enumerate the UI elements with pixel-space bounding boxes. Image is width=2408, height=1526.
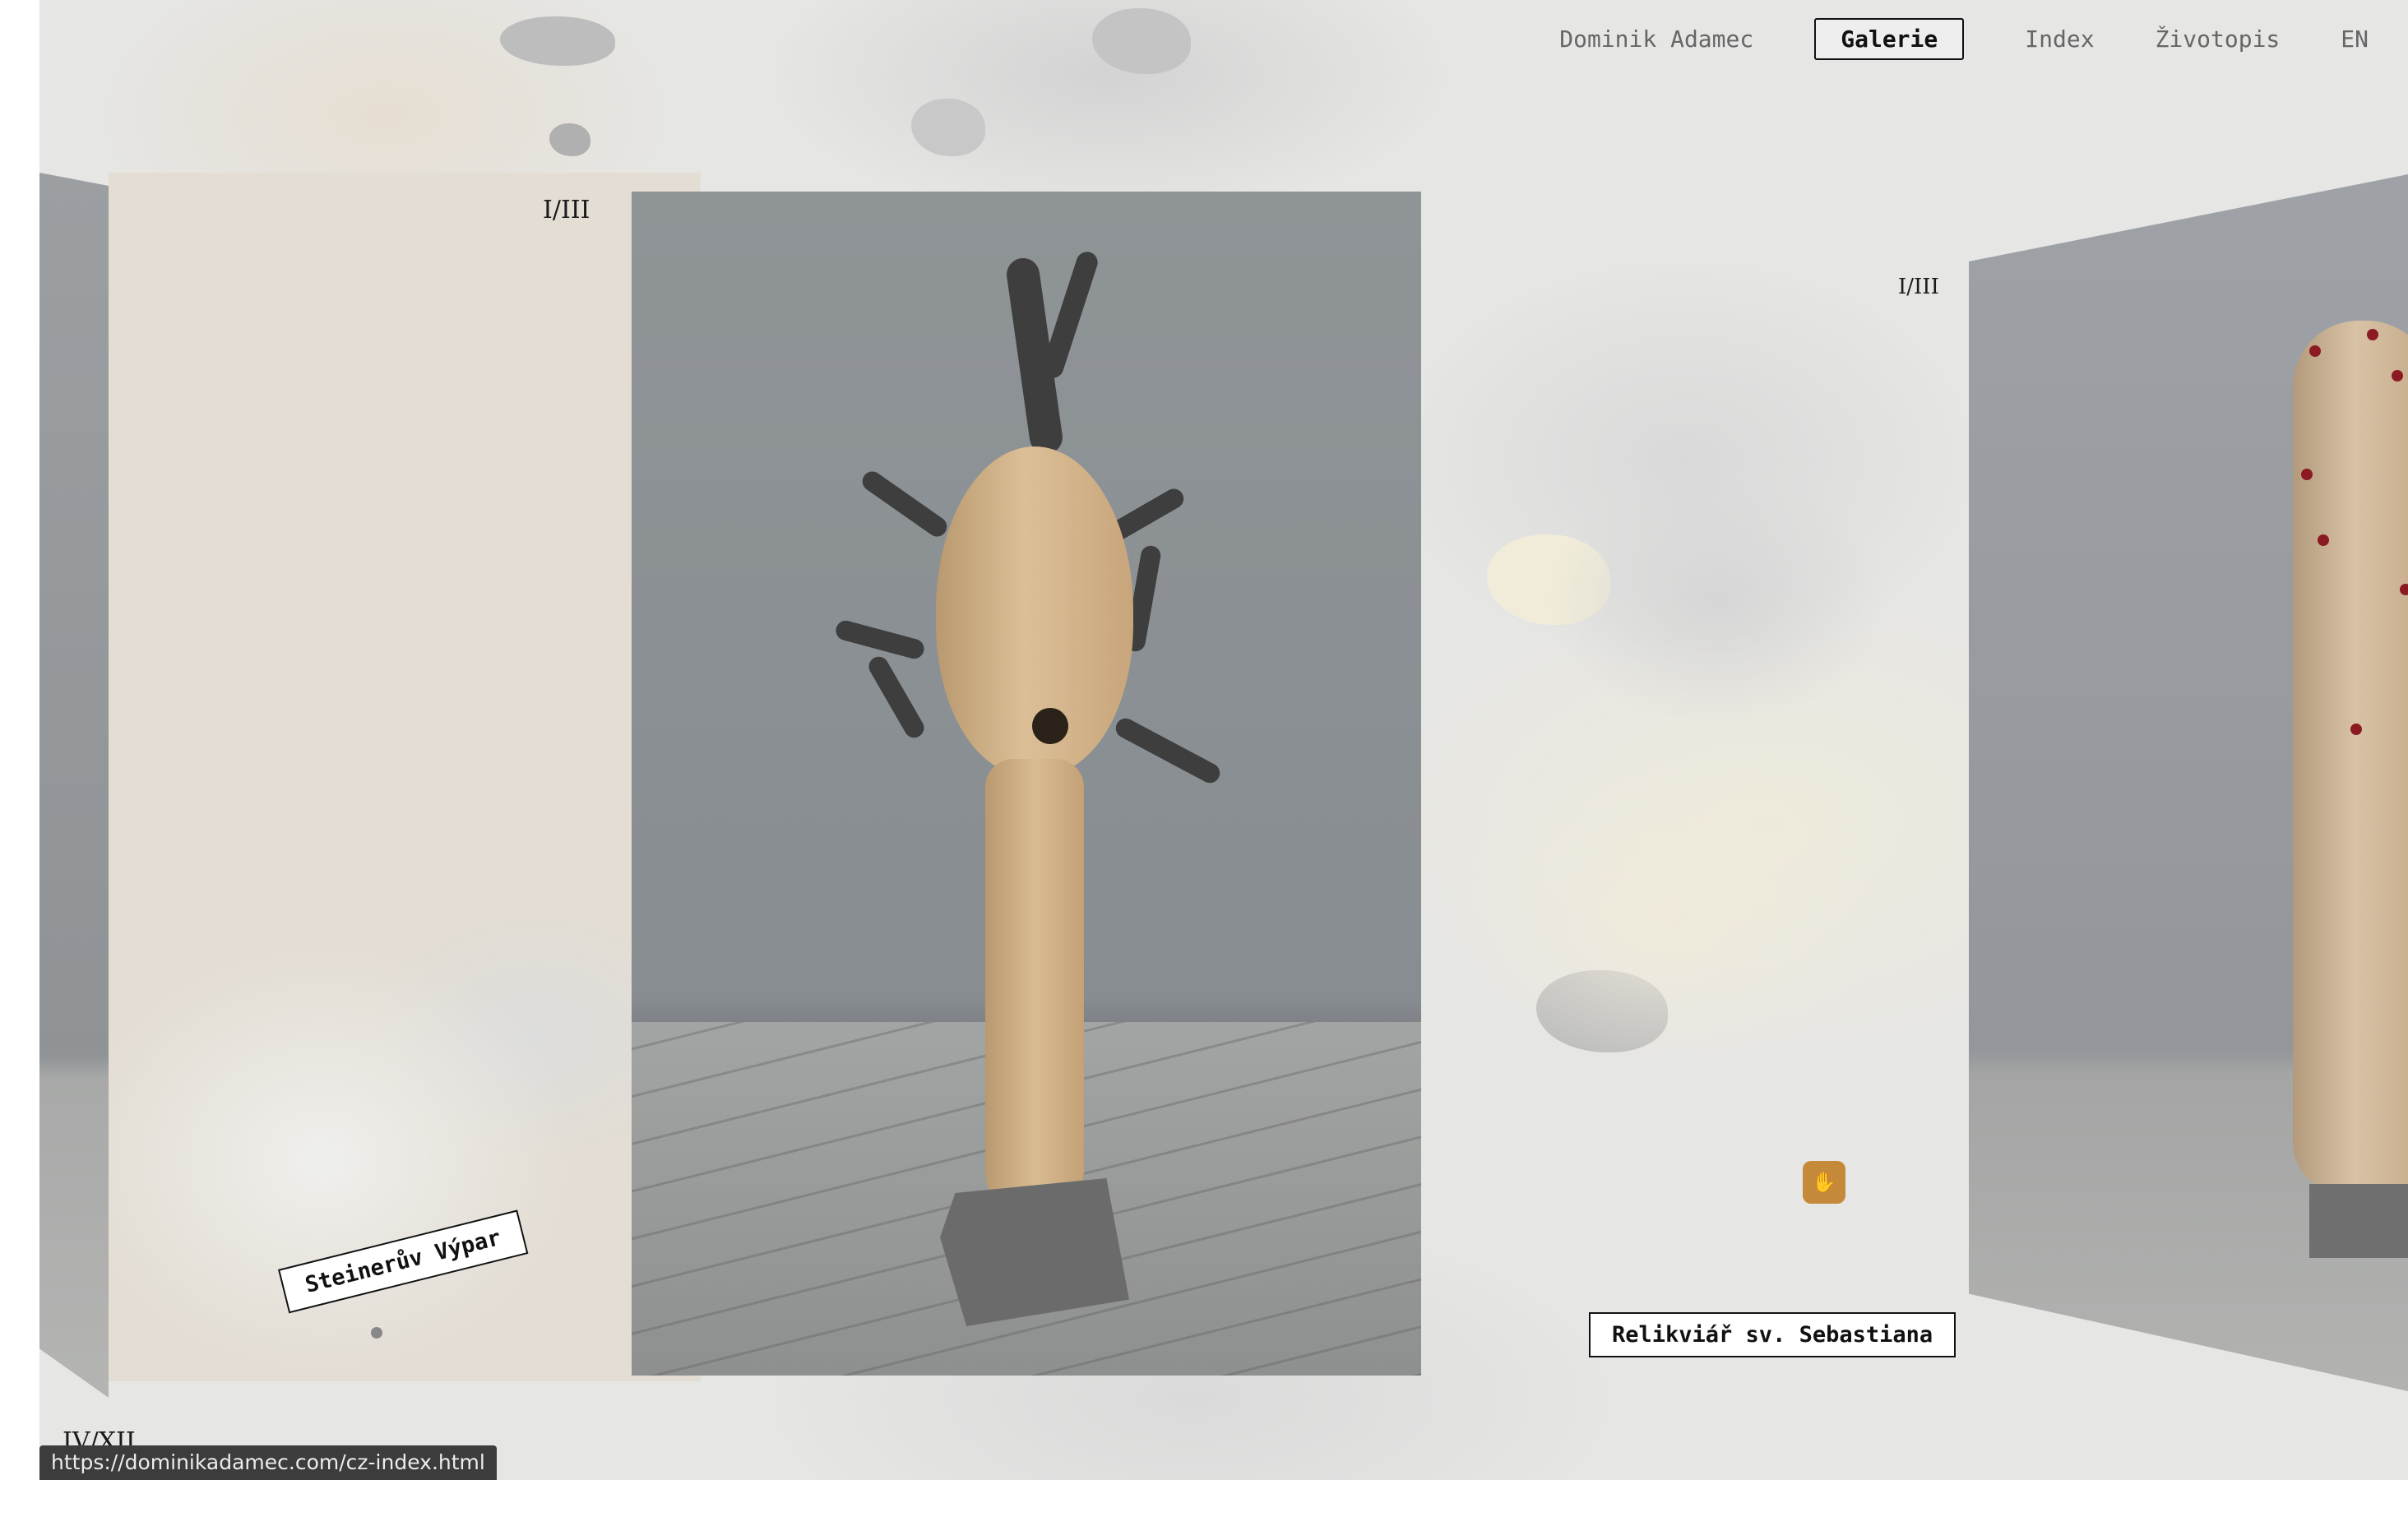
sculpture-neck [985, 759, 1084, 1219]
indicator-dot [371, 1327, 382, 1339]
red-bead [2400, 584, 2408, 595]
main-artwork-photo[interactable] [632, 192, 1421, 1376]
sculpture-tendril [865, 653, 928, 742]
right-counter: I/III [1898, 275, 1939, 299]
red-bead [2350, 724, 2362, 735]
sculpture-tendril [1039, 248, 1101, 382]
red-bead [2301, 469, 2313, 480]
background-blot [500, 16, 615, 66]
sculpture-tendril [833, 618, 927, 661]
right-gallery-panel [1421, 173, 1989, 1381]
red-bead [2392, 370, 2403, 382]
previous-artwork-photo[interactable] [39, 173, 109, 1398]
red-bead [2309, 345, 2321, 357]
top-navigation: Dominik Adamec Galerie Index Životopis E… [1559, 18, 2369, 60]
left-counter: I/III [543, 196, 590, 224]
gallery-canvas: I/III I/III Steinerův Výpar Relikviář sv… [39, 0, 2408, 1480]
left-gallery-panel [109, 173, 701, 1381]
nav-item-index[interactable]: Index [2025, 25, 2094, 53]
nav-item-galerie[interactable]: Galerie [1814, 18, 1965, 60]
red-bead [2318, 534, 2329, 546]
next-sculpture-figure [2293, 321, 2408, 1192]
background-blot [911, 99, 985, 156]
nav-item-zivotopis[interactable]: Životopis [2156, 25, 2281, 53]
sculpture-tendril [1112, 714, 1224, 787]
sculpture-tendril [858, 467, 952, 541]
background-blot [1092, 8, 1191, 74]
background-blot [549, 123, 590, 156]
sculpture-base [940, 1178, 1129, 1326]
nav-artist-name[interactable]: Dominik Adamec [1559, 25, 1753, 53]
next-sculpture-base [2309, 1184, 2408, 1258]
link-status-url: https://dominikadamec.com/cz-index.html [39, 1445, 497, 1480]
hand-icon[interactable]: ✋ [1803, 1161, 1845, 1204]
red-bead [2367, 329, 2378, 340]
artwork-title-right[interactable]: Relikviář sv. Sebastiana [1589, 1312, 1956, 1357]
nav-item-language[interactable]: EN [2341, 25, 2369, 53]
sculpture-hole [1032, 708, 1068, 744]
